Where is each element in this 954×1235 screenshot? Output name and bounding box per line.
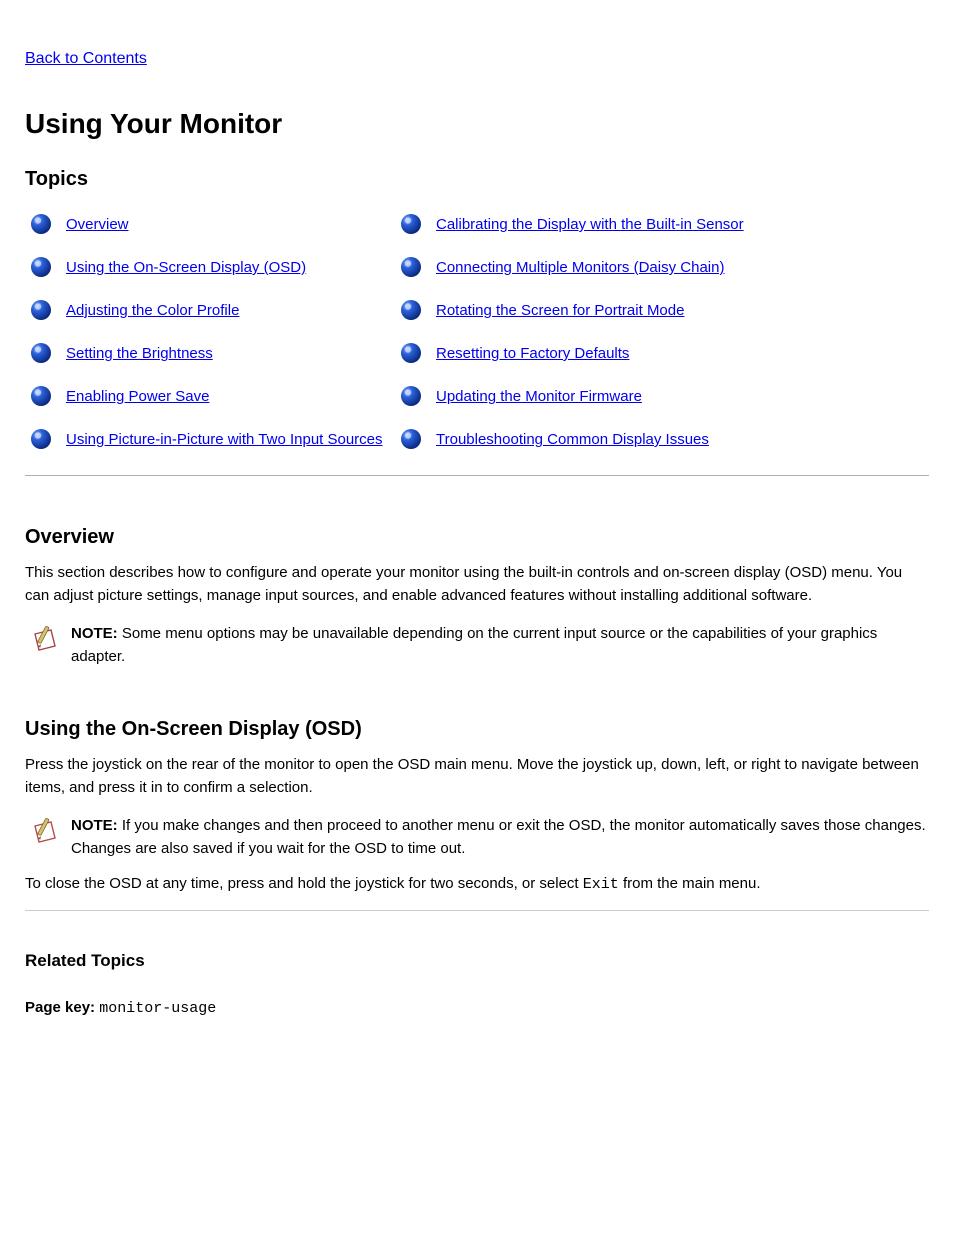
note-block: NOTE: If you make changes and then proce… (31, 814, 929, 861)
bullet-sphere-icon (400, 256, 422, 278)
topic-link[interactable]: Troubleshooting Common Display Issues (436, 424, 709, 451)
bullet-sphere-icon (30, 299, 52, 321)
topic-row: Rotating the Screen for Portrait Mode (395, 295, 815, 338)
topic-link[interactable]: Using Picture-in-Picture with Two Input … (66, 424, 383, 451)
section-divider (25, 475, 929, 476)
topic-row: Using Picture-in-Picture with Two Input … (25, 424, 395, 467)
bullet-sphere-icon (400, 342, 422, 364)
osd-body-2: To close the OSD at any time, press and … (25, 872, 929, 896)
note-label: NOTE: (71, 625, 118, 642)
note-label: NOTE: (71, 817, 118, 834)
topic-row: Using the On-Screen Display (OSD) (25, 252, 395, 295)
topic-link[interactable]: Connecting Multiple Monitors (Daisy Chai… (436, 252, 724, 279)
related-topics-heading: Related Topics (25, 951, 929, 971)
bullet-sphere-icon (30, 428, 52, 450)
page-key-label: Page key: (25, 999, 95, 1016)
topic-row: Troubleshooting Common Display Issues (395, 424, 815, 467)
osd-heading: Using the On-Screen Display (OSD) (25, 718, 929, 741)
topic-link[interactable]: Calibrating the Display with the Built-i… (436, 209, 744, 236)
bullet-sphere-icon (400, 428, 422, 450)
page-key-value: monitor-usage (99, 1000, 216, 1017)
topics-list: Overview Using the On-Screen Display (OS… (25, 209, 929, 467)
topic-row: Adjusting the Color Profile (25, 295, 395, 338)
overview-heading: Overview (25, 526, 929, 549)
topic-link[interactable]: Using the On-Screen Display (OSD) (66, 252, 306, 279)
note-text: NOTE: Some menu options may be unavailab… (71, 622, 929, 669)
bullet-sphere-icon (400, 213, 422, 235)
topic-link[interactable]: Resetting to Factory Defaults (436, 338, 629, 365)
note-pencil-icon (31, 641, 61, 658)
note-body: Some menu options may be unavailable dep… (71, 625, 877, 665)
bullet-sphere-icon (30, 342, 52, 364)
bullet-sphere-icon (30, 256, 52, 278)
page-title: Using Your Monitor (25, 108, 929, 140)
topic-row: Calibrating the Display with the Built-i… (395, 209, 815, 252)
topic-row: Enabling Power Save (25, 381, 395, 424)
page-key: Page key: monitor-usage (25, 999, 929, 1017)
topics-column-right: Calibrating the Display with the Built-i… (395, 209, 815, 467)
topic-row: Setting the Brightness (25, 338, 395, 381)
topic-link[interactable]: Enabling Power Save (66, 381, 209, 408)
osd-body-1: Press the joystick on the rear of the mo… (25, 753, 929, 800)
bullet-sphere-icon (400, 299, 422, 321)
osd-exit-item: Exit (583, 876, 619, 893)
topic-row: Connecting Multiple Monitors (Daisy Chai… (395, 252, 815, 295)
topic-row: Overview (25, 209, 395, 252)
overview-body: This section describes how to configure … (25, 561, 929, 608)
topic-link[interactable]: Adjusting the Color Profile (66, 295, 239, 322)
topic-row: Resetting to Factory Defaults (395, 338, 815, 381)
topic-link[interactable]: Updating the Monitor Firmware (436, 381, 642, 408)
topic-row: Updating the Monitor Firmware (395, 381, 815, 424)
bullet-sphere-icon (400, 385, 422, 407)
topic-link[interactable]: Overview (66, 209, 129, 236)
topic-link[interactable]: Setting the Brightness (66, 338, 213, 365)
topics-heading: Topics (25, 168, 929, 191)
note-block: NOTE: Some menu options may be unavailab… (31, 622, 929, 669)
note-body: If you make changes and then proceed to … (71, 817, 926, 857)
back-to-contents-link[interactable]: Back to Contents (25, 50, 147, 67)
bullet-sphere-icon (30, 385, 52, 407)
note-pencil-icon (31, 833, 61, 850)
bullet-sphere-icon (30, 213, 52, 235)
section-divider (25, 910, 929, 911)
topic-link[interactable]: Rotating the Screen for Portrait Mode (436, 295, 684, 322)
note-text: NOTE: If you make changes and then proce… (71, 814, 929, 861)
topics-column-left: Overview Using the On-Screen Display (OS… (25, 209, 395, 467)
